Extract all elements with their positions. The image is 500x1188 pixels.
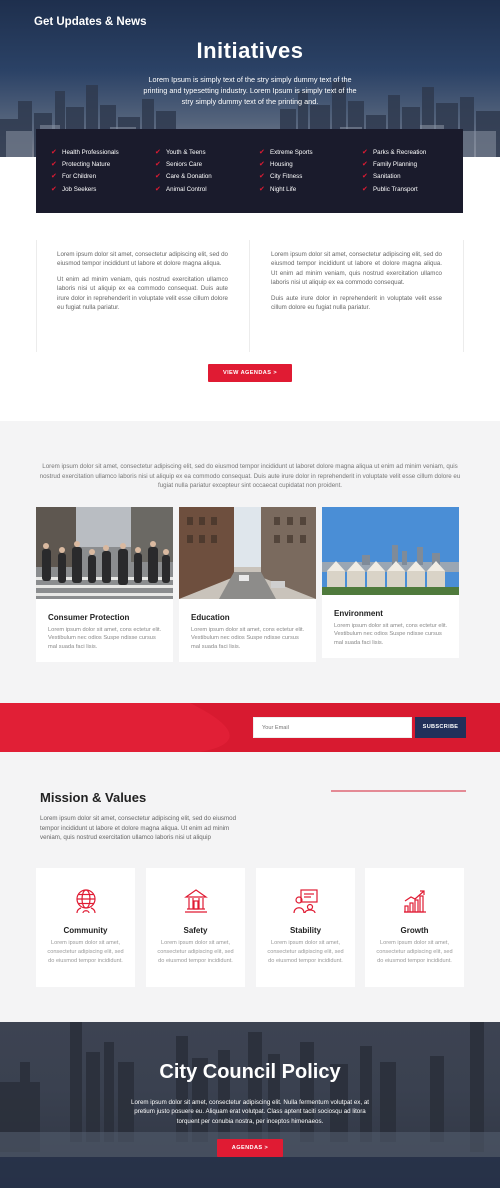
service-card-environment[interactable]: Environment Lorem ipsum dolor sit amet, … <box>322 507 459 658</box>
divider <box>249 240 250 352</box>
divider <box>463 240 464 352</box>
initiative-item[interactable]: ✔ Housing <box>259 158 313 170</box>
value-card-safety[interactable]: Safety Lorem ipsum dolor sit amet, conse… <box>146 868 245 987</box>
hero-title: Initiatives <box>196 38 304 63</box>
card-text: Lorem ipsum dolor sit amet, cons ectetur… <box>334 623 448 646</box>
check-icon: ✔ <box>362 160 368 168</box>
divider <box>36 240 37 352</box>
newsletter-title: Get Updates & News <box>34 16 147 28</box>
card-text: Lorem ipsum dolor sit amet, cons ectetur… <box>48 627 162 650</box>
paragraph: Lorem ipsum dolor sit amet, consectetur … <box>57 251 228 268</box>
card-text: Lorem ipsum dolor sit amet, cons ectetur… <box>191 627 305 650</box>
card-title: Environment <box>334 609 383 618</box>
initiative-item[interactable]: ✔ Care & Donation <box>155 171 212 183</box>
agendas-button[interactable]: AGENDAS > <box>217 1139 283 1157</box>
footer-description: Lorem ipsum dolor sit amet, consectetur … <box>131 1099 369 1125</box>
mission-title: Mission & Values <box>40 790 147 805</box>
check-icon: ✔ <box>155 148 161 156</box>
initiative-item[interactable]: ✔ Parks & Recreation <box>362 146 426 158</box>
check-icon: ✔ <box>259 173 265 181</box>
city-street-image <box>179 507 316 599</box>
initiatives-box: ✔ Health Professionals ✔ Protecting Nature… <box>36 129 463 213</box>
about-left-column: Lorem ipsum dolor sit amet, consectetur … <box>57 250 228 318</box>
services-intro: Lorem ipsum dolor sit amet, consectetur … <box>39 463 461 489</box>
initiatives-column-3: ✔ Extreme Sports ✔ Housing ✔ City Fitness ✔… <box>259 146 313 195</box>
check-icon: ✔ <box>51 173 57 181</box>
mission-description: Lorem ipsum dolor sit amet, consectetur … <box>40 815 237 841</box>
building-icon <box>184 889 208 913</box>
service-card-education[interactable]: Education Lorem ipsum dolor sit amet, co… <box>179 507 316 662</box>
value-text: Lorem ipsum dolor sit amet, consectetur … <box>267 940 344 964</box>
check-icon: ✔ <box>155 185 161 193</box>
value-title: Stability <box>289 926 322 935</box>
view-agendas-button[interactable]: VIEW AGENDAS > <box>208 364 292 382</box>
value-card-community[interactable]: Community Lorem ipsum dolor sit amet, co… <box>36 868 135 987</box>
check-icon: ✔ <box>51 185 57 193</box>
value-card-stability[interactable]: Stability Lorem ipsum dolor sit amet, co… <box>256 868 355 987</box>
initiative-item[interactable]: ✔ Job Seekers <box>51 183 119 195</box>
growth-chart-icon <box>404 890 426 913</box>
initiative-item[interactable]: ✔ Family Planning <box>362 158 426 170</box>
check-icon: ✔ <box>259 185 265 193</box>
value-text: Lorem ipsum dolor sit amet, consectetur … <box>376 940 453 964</box>
initiative-item[interactable]: ✔ For Children <box>51 171 119 183</box>
initiative-item[interactable]: ✔ Youth & Teens <box>155 146 212 158</box>
initiative-item[interactable]: ✔ Sanitation <box>362 171 426 183</box>
presentation-icon <box>293 889 318 914</box>
check-icon: ✔ <box>362 173 368 181</box>
initiatives-column-4: ✔ Parks & Recreation ✔ Family Planning ✔ Sa… <box>362 146 426 195</box>
paragraph: Duis aute irure dolor in reprehenderit i… <box>271 294 442 312</box>
footer-title: City Council Policy <box>159 1061 341 1083</box>
value-title: Growth <box>400 926 429 935</box>
check-icon: ✔ <box>259 160 265 168</box>
check-icon: ✔ <box>155 173 161 181</box>
initiative-item[interactable]: ✔ Extreme Sports <box>259 146 313 158</box>
initiative-item[interactable]: ✔ Seniors Care <box>155 158 212 170</box>
value-text: Lorem ipsum dolor sit amet, consectetur … <box>47 940 124 964</box>
crowd-crosswalk-image <box>36 507 173 599</box>
decorative-line <box>331 790 466 792</box>
initiative-item[interactable]: ✔ Protecting Nature <box>51 158 119 170</box>
paragraph: Ut enim ad minim veniam, quis nostrud ex… <box>57 275 228 312</box>
check-icon: ✔ <box>259 148 265 156</box>
subscribe-button[interactable]: SUBSCRIBE <box>415 717 466 738</box>
value-card-growth[interactable]: Growth Lorem ipsum dolor sit amet, conse… <box>365 868 464 987</box>
value-title: Safety <box>183 926 208 935</box>
check-icon: ✔ <box>51 148 57 156</box>
card-title: Consumer Protection <box>48 613 130 622</box>
initiative-item[interactable]: ✔ City Fitness <box>259 171 313 183</box>
initiative-item[interactable]: ✔ Night Life <box>259 183 313 195</box>
check-icon: ✔ <box>362 185 368 193</box>
paragraph: Lorem ipsum dolor sit amet, consectetur … <box>271 251 442 287</box>
value-text: Lorem ipsum dolor sit amet, consectetur … <box>157 940 234 964</box>
email-input[interactable] <box>253 717 412 738</box>
card-title: Education <box>191 613 230 622</box>
value-title: Community <box>63 926 108 935</box>
hero-description: Lorem Ipsum is simply text of the stry s… <box>143 75 357 106</box>
painted-ladies-houses-image <box>322 507 459 595</box>
initiatives-column-1: ✔ Health Professionals ✔ Protecting Nature… <box>51 146 119 195</box>
initiatives-column-2: ✔ Youth & Teens ✔ Seniors Care ✔ Care & Don… <box>155 146 212 195</box>
initiative-item[interactable]: ✔ Health Professionals <box>51 146 119 158</box>
about-right-column: Lorem ipsum dolor sit amet, consectetur … <box>271 250 442 318</box>
globe-people-icon <box>76 889 96 914</box>
check-icon: ✔ <box>155 160 161 168</box>
initiative-item[interactable]: ✔ Public Transport <box>362 183 426 195</box>
service-card-consumer-protection[interactable]: Consumer Protection Lorem ipsum dolor si… <box>36 507 173 662</box>
check-icon: ✔ <box>51 160 57 168</box>
check-icon: ✔ <box>362 148 368 156</box>
initiative-item[interactable]: ✔ Animal Control <box>155 183 212 195</box>
